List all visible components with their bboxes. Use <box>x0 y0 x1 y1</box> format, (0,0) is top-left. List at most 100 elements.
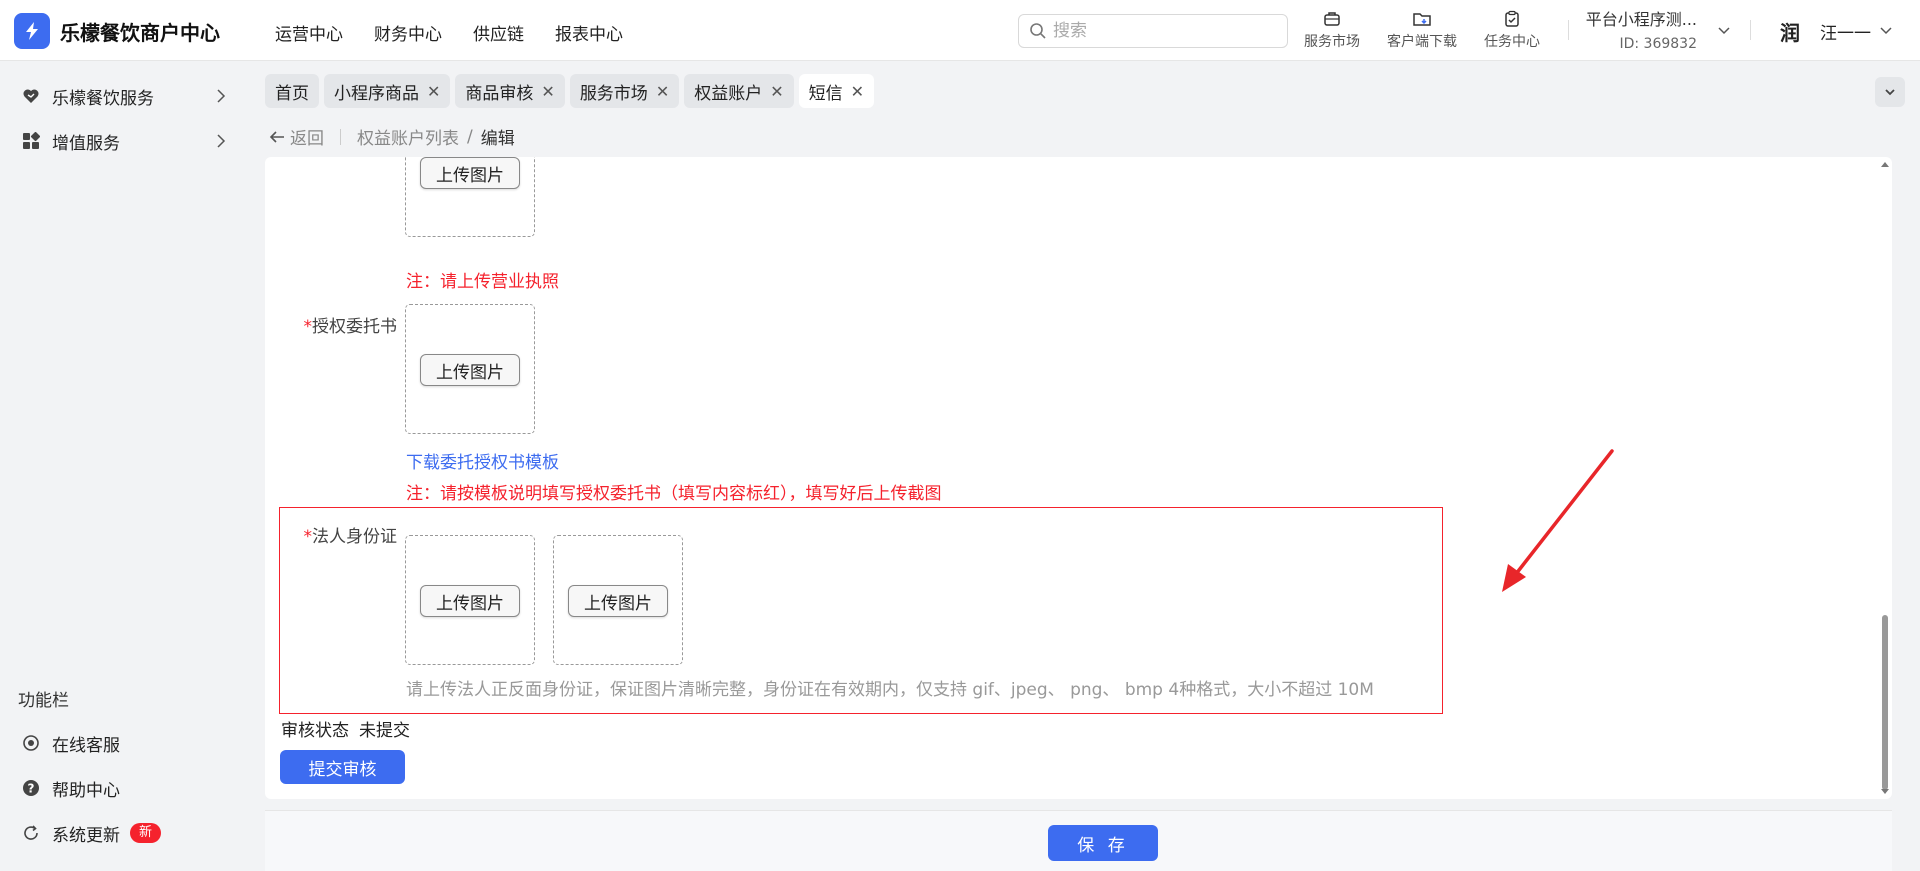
back-button[interactable]: 返回 <box>268 124 324 149</box>
tab-label: 商品审核 <box>465 83 534 104</box>
upload-button[interactable]: 上传图片 <box>568 585 668 617</box>
chevron-down-icon <box>1885 89 1895 96</box>
license-note: 注：请上传营业执照 <box>406 272 559 292</box>
submit-review-button[interactable]: 提交审核 <box>280 750 405 784</box>
tab-label: 首页 <box>275 83 309 104</box>
close-icon[interactable]: ✕ <box>427 82 440 101</box>
user-name[interactable]: 汪一一 <box>1820 19 1871 44</box>
authorization-upload[interactable]: 上传图片 <box>405 304 535 434</box>
close-icon[interactable]: ✕ <box>851 82 864 101</box>
close-icon[interactable]: ✕ <box>770 82 783 101</box>
review-status: 审核状态 未提交 <box>281 716 410 741</box>
nav-operations[interactable]: 运营中心 <box>275 20 343 45</box>
heart-handshake-icon <box>20 85 42 107</box>
divider <box>1750 20 1751 40</box>
legal-id-hint: 请上传法人正反面身份证，保证图片清晰完整，身份证在有效期内，仅支持 gif、jp… <box>406 680 1374 700</box>
tab-service-market[interactable]: 服务市场 ✕ <box>569 74 680 108</box>
refresh-icon <box>20 822 42 844</box>
chevron-down-icon[interactable] <box>1878 22 1894 38</box>
avatar[interactable]: 润 <box>1775 16 1805 46</box>
upload-button[interactable]: 上传图片 <box>420 585 520 617</box>
tab-goods-review[interactable]: 商品审核 ✕ <box>455 74 565 108</box>
legal-id-label: *法人身份证 <box>265 522 398 547</box>
tab-label: 小程序商品 <box>334 83 419 104</box>
required-mark: * <box>303 317 313 337</box>
chevron-right-icon <box>217 89 226 103</box>
upload-button[interactable]: 上传图片 <box>420 354 520 386</box>
arrow-left-icon <box>269 130 284 143</box>
chevron-down-icon[interactable] <box>1716 22 1732 38</box>
new-badge: 新 <box>130 823 162 843</box>
close-icon[interactable]: ✕ <box>656 82 669 101</box>
tab-mini-program-goods[interactable]: 小程序商品 ✕ <box>324 74 451 108</box>
search-icon <box>1030 23 1046 39</box>
breadcrumb: 返回 权益账户列表 / 编辑 <box>268 124 515 149</box>
scroll-down-icon[interactable] <box>1878 787 1892 797</box>
search-box <box>1018 14 1288 48</box>
breadcrumb-separator: / <box>467 126 473 147</box>
sidebar-item-value-added[interactable]: 增值服务 <box>0 121 250 161</box>
scroll-up-icon[interactable] <box>1878 159 1892 169</box>
breadcrumb-parent[interactable]: 权益账户列表 <box>357 124 459 149</box>
tab-benefit-account[interactable]: 权益账户 ✕ <box>684 74 794 108</box>
folder-download-icon <box>1413 13 1431 26</box>
download-template-link[interactable]: 下载委托授权书模板 <box>406 448 559 473</box>
edit-form-card: 上传图片 注：请上传营业执照 *授权委托书 上传图片 下载委托授权书模板 注：请… <box>265 157 1892 799</box>
review-status-label: 审核状态 <box>281 721 349 741</box>
tabs-dropdown-button[interactable] <box>1875 77 1905 107</box>
nav-finance[interactable]: 财务中心 <box>374 20 442 45</box>
help-icon: ? <box>20 777 42 799</box>
sidebar-item-catering-service[interactable]: 乐檬餐饮服务 <box>0 76 250 116</box>
scrollbar[interactable] <box>1878 157 1892 799</box>
sidebar-item-label: 帮助中心 <box>52 780 120 801</box>
store-id: ID: 369832 <box>1619 36 1697 52</box>
sidebar-item-system-update[interactable]: 系统更新 新 <box>0 813 250 853</box>
business-license-upload[interactable]: 上传图片 <box>405 157 535 237</box>
tab-sms[interactable]: 短信 ✕ <box>798 74 875 108</box>
client-download-label: 客户端下载 <box>1387 34 1457 50</box>
review-status-value: 未提交 <box>359 721 410 741</box>
scroll-thumb[interactable] <box>1882 615 1888 790</box>
tab-label: 短信 <box>808 83 843 104</box>
tab-bar: 首页 小程序商品 ✕ 商品审核 ✕ 服务市场 ✕ 权益账户 ✕ 短信 ✕ <box>265 74 879 108</box>
required-mark: * <box>303 527 313 547</box>
sidebar: 乐檬餐饮服务 增值服务 功能栏 在线客服 ? 帮助中心 系统更新 新 <box>0 61 250 871</box>
close-icon[interactable]: ✕ <box>541 82 554 101</box>
upload-button[interactable]: 上传图片 <box>420 157 520 189</box>
breadcrumb-current: 编辑 <box>480 129 515 149</box>
task-center-button[interactable]: 任务中心 <box>1467 9 1557 51</box>
service-market-button[interactable]: 服务市场 <box>1287 9 1377 51</box>
footer-bar: 保 存 <box>265 810 1892 871</box>
app-logo[interactable]: 乐檬餐饮商户中心 <box>14 13 220 49</box>
tab-label: 权益账户 <box>694 83 763 104</box>
save-button[interactable]: 保 存 <box>1048 825 1158 861</box>
top-nav: 运营中心 财务中心 供应链 报表中心 <box>275 20 654 45</box>
sidebar-item-online-support[interactable]: 在线客服 <box>0 723 250 763</box>
top-bar: 乐檬餐饮商户中心 运营中心 财务中心 供应链 报表中心 服务市场 客户端下载 任… <box>0 0 1920 61</box>
legal-id-label-text: 法人身份证 <box>312 527 397 547</box>
nav-reports[interactable]: 报表中心 <box>555 20 623 45</box>
store-selector[interactable]: 平台小程序测... ID: 369832 <box>1585 8 1697 56</box>
briefcase-icon <box>1324 12 1340 26</box>
id-back-upload[interactable]: 上传图片 <box>553 535 683 665</box>
tab-home[interactable]: 首页 <box>265 74 319 108</box>
divider <box>340 128 341 145</box>
sidebar-item-label: 在线客服 <box>52 735 120 756</box>
app-title: 乐檬餐饮商户中心 <box>60 20 220 45</box>
client-download-button[interactable]: 客户端下载 <box>1377 9 1467 51</box>
tab-label: 服务市场 <box>579 83 648 104</box>
sidebar-item-help-center[interactable]: ? 帮助中心 <box>0 768 250 808</box>
clipboard-check-icon <box>1505 10 1519 27</box>
search-input[interactable] <box>1053 21 1273 41</box>
annotation-arrow-icon <box>1502 449 1614 592</box>
chevron-right-icon <box>217 134 226 148</box>
id-front-upload[interactable]: 上传图片 <box>405 535 535 665</box>
headset-icon <box>20 732 42 754</box>
svg-text:?: ? <box>28 782 35 796</box>
sidebar-item-label: 乐檬餐饮服务 <box>52 88 154 109</box>
back-label: 返回 <box>290 129 324 149</box>
apps-icon <box>20 130 42 152</box>
nav-supply-chain[interactable]: 供应链 <box>473 20 524 45</box>
sidebar-item-label: 系统更新 <box>52 825 120 846</box>
divider <box>1568 20 1569 40</box>
